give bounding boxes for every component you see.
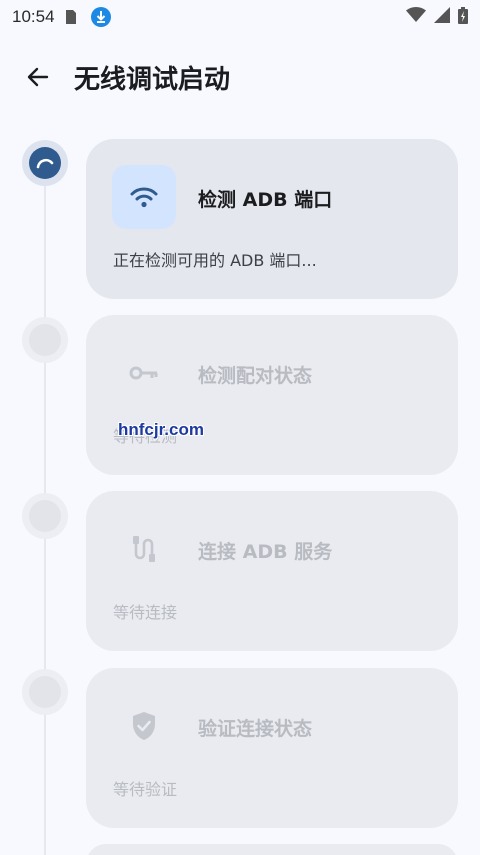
- status-time: 10:54: [12, 7, 55, 26]
- step-indicator-pending: [22, 493, 68, 539]
- download-icon: [90, 7, 111, 27]
- step-subtitle: 等待验证: [113, 780, 178, 799]
- step-icon-box: [112, 165, 176, 229]
- step-icon-box: [112, 341, 176, 405]
- usb-cable-icon: [133, 536, 155, 562]
- key-icon: [129, 366, 158, 380]
- status-bar: 10:54: [0, 0, 480, 34]
- sim-card-icon: [65, 9, 77, 25]
- loading-spinner-icon: [36, 158, 54, 169]
- status-right: [406, 6, 468, 28]
- step-title: 验证连接状态: [198, 718, 313, 740]
- step-indicator-pending: [22, 317, 68, 363]
- back-button[interactable]: [14, 53, 62, 101]
- step-card-connect-adb: 连接 ADB 服务 等待连接: [86, 491, 458, 651]
- battery-icon: [458, 6, 468, 28]
- step-subtitle: 等待连接: [113, 603, 178, 622]
- step-icon-box: [112, 694, 176, 758]
- shield-check-icon: [133, 712, 155, 740]
- wifi-icon: [406, 7, 426, 27]
- step-card-detect-adb-port: 检测 ADB 端口 正在检测可用的 ADB 端口...: [86, 139, 458, 299]
- cell-signal-icon: [434, 7, 450, 27]
- watermark: hnfcjr.com: [118, 420, 204, 439]
- step-icon-box: [112, 517, 176, 581]
- step-subtitle: 正在检测可用的 ADB 端口...: [113, 251, 317, 270]
- step-title: 检测配对状态: [198, 365, 313, 387]
- step-card-check-pairing: 检测配对状态 等待检测: [86, 315, 458, 475]
- step-indicator-pending: [22, 669, 68, 715]
- step-title: 检测 ADB 端口: [198, 189, 333, 211]
- step-indicator-active: [22, 140, 68, 186]
- step-title: 连接 ADB 服务: [198, 541, 333, 563]
- step-card-next-partial: [86, 844, 458, 855]
- page-title: 无线调试启动: [74, 64, 231, 95]
- step-card-verify-connection: 验证连接状态 等待验证: [86, 668, 458, 828]
- app-bar: 无线调试启动: [0, 48, 480, 106]
- arrow-left-icon: [27, 67, 49, 87]
- wifi-icon: [130, 187, 158, 208]
